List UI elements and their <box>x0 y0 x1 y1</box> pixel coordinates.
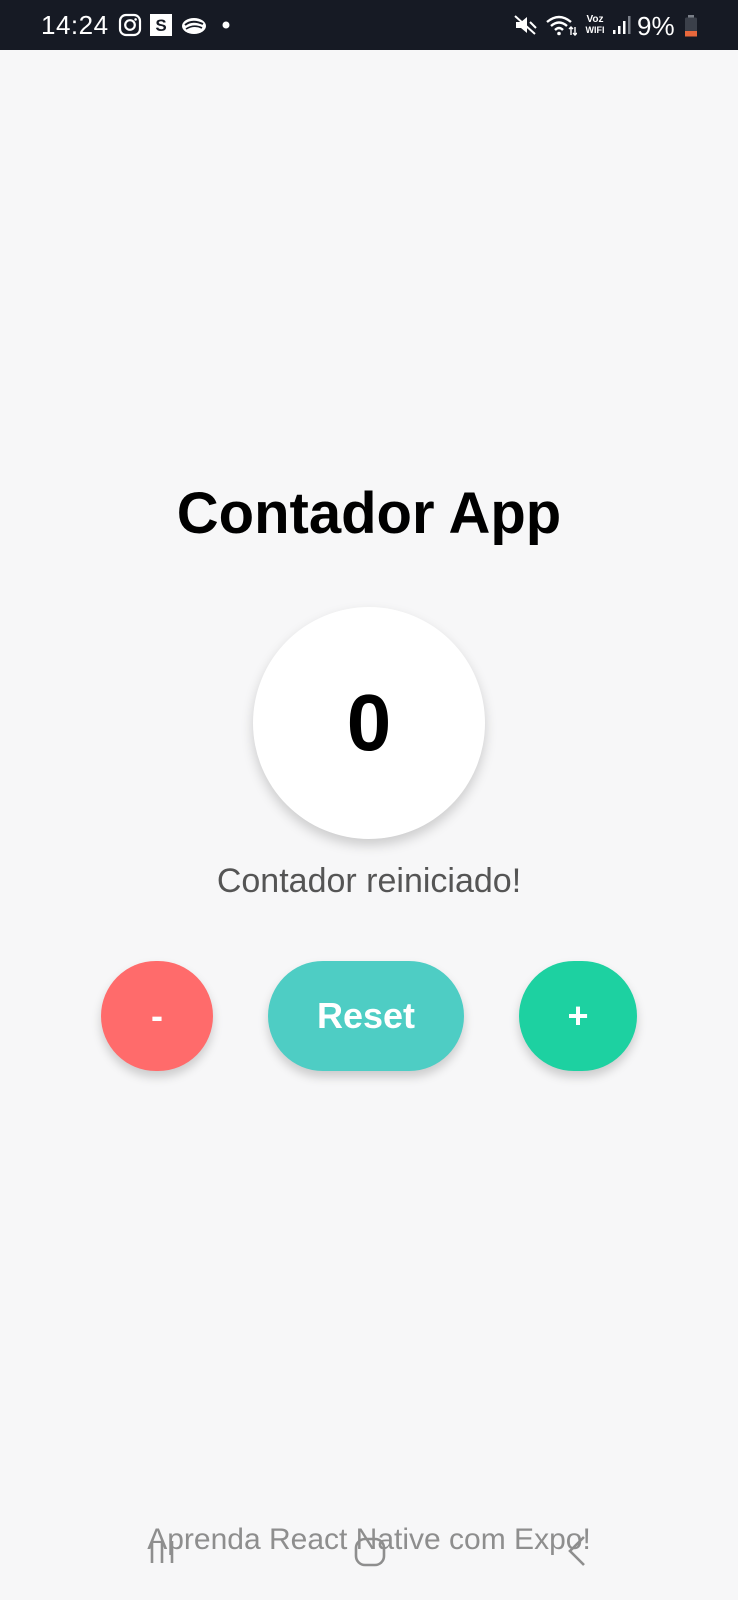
counter-display: 0 <box>253 607 485 839</box>
app-title: Contador App <box>176 481 562 546</box>
status-bar: 14:24 S Voz WiFi <box>0 0 738 50</box>
instagram-icon <box>118 13 142 37</box>
recent-apps-icon[interactable] <box>143 1533 183 1573</box>
counter-value: 0 <box>346 678 392 767</box>
wifi-label: WiFi <box>585 25 605 35</box>
back-icon[interactable] <box>560 1533 600 1573</box>
battery-percentage: 9% <box>637 11 675 41</box>
cloud-app-icon <box>182 18 206 34</box>
wifi-icon <box>546 15 577 36</box>
voz-label: Voz <box>586 14 604 25</box>
mute-icon <box>514 15 537 35</box>
reset-button[interactable]: Reset <box>268 961 464 1071</box>
voz-wifi-icon: Voz WiFi <box>582 14 608 40</box>
status-time: 14:24 <box>41 10 109 40</box>
increment-button[interactable]: + <box>519 961 637 1071</box>
home-icon[interactable] <box>351 1533 391 1573</box>
notification-dot-icon <box>222 21 230 29</box>
signal-icon <box>613 16 631 34</box>
s-app-icon: S <box>150 14 172 36</box>
status-message: Contador reiniciado! <box>216 862 522 900</box>
decrement-button[interactable]: - <box>101 961 213 1071</box>
svg-text:S: S <box>155 16 166 35</box>
battery-icon <box>685 15 697 37</box>
